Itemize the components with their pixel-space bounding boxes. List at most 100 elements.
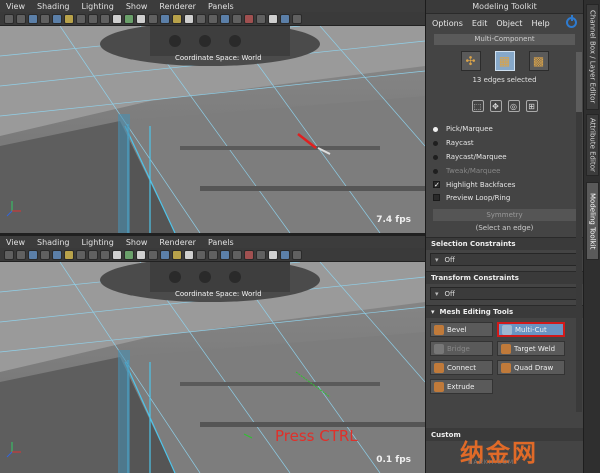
isolate-icon[interactable] (292, 249, 302, 260)
connect-button[interactable]: Connect (430, 360, 493, 375)
camera-attr-icon[interactable] (16, 249, 26, 260)
xray-joints-icon[interactable] (232, 13, 242, 24)
film-gate-icon[interactable] (64, 249, 74, 260)
ssao-icon[interactable] (244, 249, 254, 260)
shadows-icon[interactable] (208, 249, 218, 260)
quad-draw-button[interactable]: Quad Draw (497, 360, 565, 375)
menu-object[interactable]: Object (496, 19, 522, 28)
tab-channel-box[interactable]: Channel Box / Layer Editor (586, 4, 599, 110)
menu-panels[interactable]: Panels (208, 238, 234, 247)
target-weld-button[interactable]: Target Weld (497, 341, 565, 356)
radio-tweak-marquee[interactable]: Tweak/Marquee (426, 164, 583, 178)
antialias-icon[interactable] (268, 249, 278, 260)
image-plane-icon[interactable] (40, 249, 50, 260)
vertex-mode-icon[interactable]: ✣ (460, 51, 481, 71)
bridge-button[interactable]: Bridge (430, 341, 493, 356)
tab-modeling-toolkit[interactable]: Modeling Toolkit (586, 182, 599, 260)
multi-cut-button[interactable]: Multi-Cut (497, 322, 565, 337)
transform-constraints-dropdown[interactable]: ▾ Off (430, 287, 579, 300)
tab-attribute-editor[interactable]: Attribute Editor (586, 114, 599, 176)
bookmark-icon[interactable] (28, 13, 38, 24)
motion-blur-icon[interactable] (256, 13, 266, 24)
default-material-icon[interactable] (172, 249, 182, 260)
menu-shading[interactable]: Shading (37, 2, 70, 11)
menu-edit[interactable]: Edit (472, 19, 488, 28)
menu-lighting[interactable]: Lighting (81, 238, 113, 247)
xray-icon[interactable] (220, 13, 230, 24)
mesh-editing-tools-header[interactable]: ▾ Mesh Editing Tools (426, 305, 583, 318)
safe-action-icon[interactable] (112, 249, 122, 260)
transform-constraints-header[interactable]: Transform Constraints (426, 271, 583, 284)
viewport-top[interactable]: View Shading Lighting Show Renderer Pane… (0, 0, 425, 233)
checkbox-highlight-backfaces[interactable]: ✓ Highlight Backfaces (426, 178, 583, 191)
bookmark-icon[interactable] (28, 249, 38, 260)
safe-title-icon[interactable] (124, 13, 134, 24)
radio-raycast[interactable]: Raycast (426, 136, 583, 150)
move-icon[interactable]: ✥ (489, 100, 502, 112)
checkbox-preview-loop-ring[interactable]: Preview Loop/Ring (426, 191, 583, 204)
smooth-shade-icon[interactable] (160, 13, 170, 24)
text-icon[interactable] (136, 249, 146, 260)
gate-mask-icon[interactable] (88, 13, 98, 24)
field-chart-icon[interactable] (100, 249, 110, 260)
menu-view[interactable]: View (6, 238, 25, 247)
antialias-icon[interactable] (268, 13, 278, 24)
multi-component-button[interactable]: Multi-Component (434, 34, 575, 45)
wireframe-icon[interactable] (148, 249, 158, 260)
menu-show[interactable]: Show (126, 2, 148, 11)
extrude-button[interactable]: Extrude (430, 379, 493, 394)
default-material-icon[interactable] (172, 13, 182, 24)
lighting-icon[interactable] (196, 13, 206, 24)
menu-show[interactable]: Show (126, 238, 148, 247)
edge-mode-icon[interactable]: ▦ (494, 51, 515, 71)
menu-panels[interactable]: Panels (208, 2, 234, 11)
film-gate-icon[interactable] (64, 13, 74, 24)
menu-view[interactable]: View (6, 2, 25, 11)
marquee-icon[interactable]: ⬚ (471, 100, 484, 112)
bevel-button[interactable]: Bevel (430, 322, 493, 337)
text-icon[interactable] (136, 13, 146, 24)
safe-title-icon[interactable] (124, 249, 134, 260)
menu-renderer[interactable]: Renderer (159, 2, 196, 11)
symmetry-button[interactable]: Symmetry (433, 209, 576, 221)
menu-lighting[interactable]: Lighting (81, 2, 113, 11)
soft-select-icon[interactable]: ◎ (507, 100, 520, 112)
camera-icon[interactable] (4, 13, 14, 24)
radio-pick-marquee[interactable]: Pick/Marquee (426, 122, 583, 136)
resolution-gate-icon[interactable] (76, 13, 86, 24)
grid-icon[interactable] (52, 13, 62, 24)
shadows-icon[interactable] (208, 13, 218, 24)
isolate-icon[interactable] (292, 13, 302, 24)
smooth-shade-icon[interactable] (160, 249, 170, 260)
safe-action-icon[interactable] (112, 13, 122, 24)
ssao-icon[interactable] (244, 13, 254, 24)
viewport-bottom[interactable]: View Shading Lighting Show Renderer Pane… (0, 236, 425, 473)
motion-blur-icon[interactable] (256, 249, 266, 260)
lighting-icon[interactable] (196, 249, 206, 260)
image-plane-icon[interactable] (40, 13, 50, 24)
dof-icon[interactable] (280, 249, 290, 260)
menu-renderer[interactable]: Renderer (159, 238, 196, 247)
textured-icon[interactable] (184, 249, 194, 260)
gate-mask-icon[interactable] (88, 249, 98, 260)
menu-options[interactable]: Options (432, 19, 463, 28)
textured-icon[interactable] (184, 13, 194, 24)
grid-icon[interactable] (52, 249, 62, 260)
xray-joints-icon[interactable] (232, 249, 242, 260)
field-chart-icon[interactable] (100, 13, 110, 24)
power-toggle-icon[interactable] (566, 15, 577, 28)
radio-raycast-marquee[interactable]: Raycast/Marquee (426, 150, 583, 164)
xray-icon[interactable] (220, 249, 230, 260)
resolution-gate-icon[interactable] (76, 249, 86, 260)
camera-icon[interactable] (4, 249, 14, 260)
scene-view[interactable]: Coordinate Space: World Press CTRL 0.1 f… (0, 258, 425, 473)
wireframe-icon[interactable] (148, 13, 158, 24)
pivot-icon[interactable]: ⊞ (525, 100, 538, 112)
face-mode-icon[interactable]: ▩ (528, 51, 549, 71)
selection-constraints-dropdown[interactable]: ▾ Off (430, 253, 579, 266)
menu-help[interactable]: Help (531, 19, 549, 28)
scene-view[interactable]: Coordinate Space: World 7.4 fps (0, 22, 425, 233)
camera-attr-icon[interactable] (16, 13, 26, 24)
dof-icon[interactable] (280, 13, 290, 24)
selection-constraints-header[interactable]: Selection Constraints (426, 237, 583, 250)
